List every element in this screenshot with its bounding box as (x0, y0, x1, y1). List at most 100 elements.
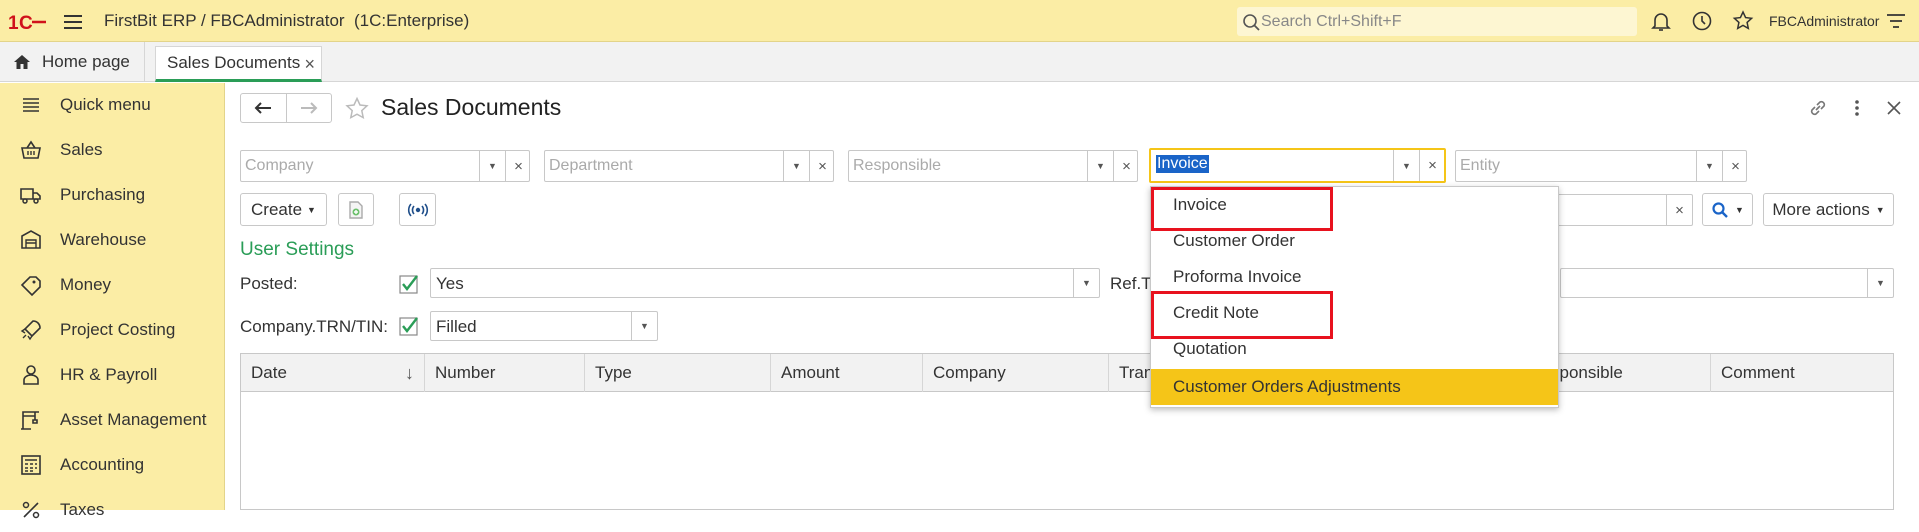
search-button[interactable]: ▼ (1702, 193, 1753, 226)
column-header-responsible[interactable]: sponsible (1551, 354, 1711, 392)
dropdown-item-quotation[interactable]: Quotation (1151, 331, 1558, 367)
dropdown-item-customer-order[interactable]: Customer Order (1151, 223, 1558, 259)
home-icon (14, 55, 30, 69)
column-header-label: Company (933, 363, 1006, 382)
chevron-down-icon[interactable]: ▼ (1393, 150, 1419, 181)
type-filter-value: Invoice (1156, 155, 1209, 173)
chevron-down-icon[interactable]: ▼ (1087, 151, 1113, 181)
list-search-field[interactable]: × (1540, 194, 1693, 226)
chevron-down-icon[interactable]: ▼ (1867, 269, 1893, 297)
tab-sales-documents[interactable]: Sales Documents × (155, 46, 322, 82)
entity-filter[interactable]: Entity ▼ × (1455, 150, 1747, 182)
sidebar-item-asset-management[interactable]: Asset Management (0, 398, 225, 442)
type-filter[interactable]: Invoice ▼ × (1149, 148, 1446, 183)
sidebar-item-label: Warehouse (60, 230, 147, 249)
table-header: Date ↓ Number Type Amount Company Tran s… (241, 354, 1893, 392)
basket-icon (21, 140, 41, 159)
documents-table[interactable]: Date ↓ Number Type Amount Company Tran s… (240, 353, 1894, 510)
column-header-number[interactable]: Number (425, 354, 585, 392)
chevron-down-icon[interactable]: ▼ (1696, 151, 1722, 181)
sidebar-item-hr-payroll[interactable]: HR & Payroll (0, 353, 225, 397)
1c-logo-icon[interactable]: 1 C (8, 12, 48, 32)
chevron-down-icon[interactable]: ▼ (479, 151, 505, 181)
back-button[interactable] (241, 94, 286, 122)
create-button[interactable]: Create ▼ (240, 193, 327, 226)
chevron-down-icon[interactable]: ▼ (1073, 269, 1099, 297)
favorites-star-icon[interactable] (1731, 9, 1755, 33)
column-header-comment[interactable]: Comment (1711, 354, 1893, 392)
settings-menu-icon[interactable] (1885, 11, 1907, 31)
close-tab-icon[interactable]: × (304, 54, 315, 75)
posted-label: Posted: (240, 274, 298, 293)
main-menu-icon[interactable] (62, 12, 84, 32)
company-filter[interactable]: Company ▼ × (240, 150, 530, 182)
entity-filter-placeholder: Entity (1460, 157, 1501, 174)
responsible-filter-placeholder: Responsible (853, 157, 942, 174)
sidebar-item-project-costing[interactable]: Project Costing (0, 308, 225, 352)
tab-home[interactable]: Home page (0, 42, 145, 82)
username[interactable]: FBCAdministrator (1769, 13, 1879, 29)
top-bar: 1 C FirstBit ERP / FBCAdministrator (1C:… (0, 0, 1919, 42)
add-to-favorites-star-icon[interactable] (344, 96, 370, 122)
more-actions-button[interactable]: More actions ▼ (1763, 193, 1894, 226)
trn-tin-checkbox[interactable] (399, 316, 419, 336)
column-header-date[interactable]: Date ↓ (241, 354, 425, 392)
sidebar-item-accounting[interactable]: Accounting (0, 443, 225, 487)
global-search[interactable] (1237, 7, 1637, 36)
sidebar-item-taxes[interactable]: Taxes (0, 488, 225, 532)
department-filter-placeholder: Department (549, 157, 633, 174)
more-vertical-icon[interactable] (1846, 97, 1868, 119)
copy-document-button[interactable] (338, 193, 374, 226)
close-form-icon[interactable] (1883, 97, 1905, 119)
column-header-label: Number (435, 363, 496, 382)
sidebar-item-label: Taxes (60, 500, 105, 519)
percent-icon (22, 501, 40, 519)
bell-icon[interactable] (1649, 9, 1673, 33)
column-header-label: Amount (781, 363, 840, 382)
sidebar-item-quick-menu[interactable]: Quick menu (0, 83, 225, 127)
clear-icon[interactable]: × (1666, 195, 1692, 225)
clear-icon[interactable]: × (1722, 151, 1748, 181)
sidebar-item-sales[interactable]: Sales (0, 128, 225, 172)
column-header-label: Comment (1721, 363, 1795, 382)
responsible-filter[interactable]: Responsible ▼ × (848, 150, 1138, 182)
more-actions-label: More actions (1772, 199, 1870, 219)
clear-icon[interactable]: × (1419, 150, 1445, 181)
department-filter[interactable]: Department ▼ × (544, 150, 834, 182)
clear-icon[interactable]: × (809, 151, 835, 181)
clear-icon[interactable]: × (505, 151, 531, 181)
trn-tin-label: Company.TRN/TIN: (240, 317, 388, 336)
history-icon[interactable] (1690, 9, 1714, 33)
ref-type-field[interactable]: ▼ (1560, 268, 1894, 298)
forward-button[interactable] (285, 94, 331, 122)
column-header-company[interactable]: Company (923, 354, 1109, 392)
clear-icon[interactable]: × (1113, 151, 1139, 181)
posted-checkbox[interactable] (399, 274, 419, 294)
trn-tin-value-field[interactable]: Filled ▼ (430, 311, 658, 341)
dropdown-item-customer-orders-adjustments[interactable]: Customer Orders Adjustments (1151, 369, 1558, 405)
sidebar-item-label: Project Costing (60, 320, 176, 339)
sort-descending-icon[interactable]: ↓ (405, 363, 414, 384)
chevron-down-icon[interactable]: ▼ (631, 312, 657, 340)
sidebar-item-purchasing[interactable]: Purchasing (0, 173, 225, 217)
sidebar-item-warehouse[interactable]: Warehouse (0, 218, 225, 262)
history-nav (240, 93, 332, 123)
create-button-label: Create (251, 199, 303, 219)
dropdown-item-credit-note[interactable]: Credit Note (1151, 295, 1558, 331)
chevron-down-icon[interactable]: ▼ (783, 151, 809, 181)
broadcast-button[interactable] (399, 193, 436, 226)
sidebar-item-label: Asset Management (60, 410, 207, 429)
dropdown-item-proforma-invoice[interactable]: Proforma Invoice (1151, 259, 1558, 295)
column-header-label: Type (595, 363, 632, 382)
company-filter-placeholder: Company (245, 157, 314, 174)
posted-value-field[interactable]: Yes ▼ (430, 268, 1100, 298)
column-header-amount[interactable]: Amount (771, 354, 923, 392)
warehouse-icon (21, 230, 41, 249)
type-dropdown-list: Invoice Customer Order Proforma Invoice … (1150, 186, 1559, 408)
column-header-type[interactable]: Type (585, 354, 771, 392)
search-input[interactable] (1261, 10, 1631, 33)
link-icon[interactable] (1807, 97, 1829, 119)
sidebar-item-money[interactable]: Money (0, 263, 225, 307)
copy-document-icon (349, 200, 363, 219)
dropdown-item-invoice[interactable]: Invoice (1151, 187, 1558, 223)
